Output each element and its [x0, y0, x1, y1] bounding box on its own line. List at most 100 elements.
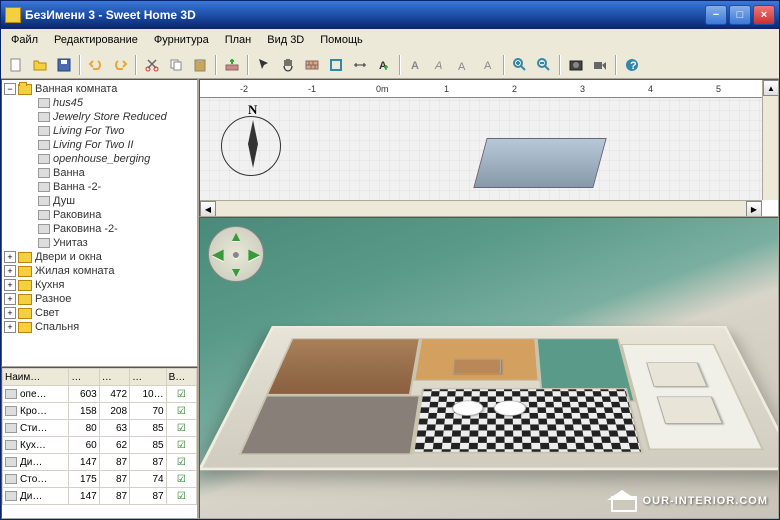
expand-icon[interactable]: + [4, 321, 16, 333]
tree-root[interactable]: − Ванная комната [4, 82, 195, 96]
expand-icon[interactable]: + [4, 251, 16, 263]
nav-left-button[interactable]: ◀ [213, 246, 224, 263]
tree-category[interactable]: +Спальня [4, 320, 195, 334]
furniture-counter[interactable] [453, 359, 501, 374]
tree-item[interactable]: Living For Two [4, 124, 195, 138]
scroll-right-button[interactable]: ▶ [746, 201, 762, 217]
room-kitchen[interactable] [413, 338, 539, 381]
table-row[interactable]: Ди…1478787☑ [3, 454, 197, 471]
table-row[interactable]: Сто…1758774☑ [3, 471, 197, 488]
plan-scrollbar-h[interactable]: ◀ ▶ [200, 200, 762, 216]
expand-icon[interactable]: + [4, 293, 16, 305]
text-bold-button[interactable]: A [405, 54, 427, 76]
menu-file[interactable]: Файл [5, 32, 44, 48]
nav-3d[interactable]: ▲ ◀ ● ▶ ▼ [208, 226, 264, 282]
paste-button[interactable] [189, 54, 211, 76]
tree-category[interactable]: +Двери и окна [4, 250, 195, 264]
furniture-sink-2[interactable] [494, 401, 526, 416]
plan-model[interactable] [473, 138, 606, 188]
menu-edit[interactable]: Редактирование [48, 32, 144, 48]
collapse-icon[interactable]: − [4, 83, 16, 95]
cell-visible[interactable]: ☑ [166, 420, 196, 437]
table-header[interactable]: В… [166, 369, 196, 386]
compass[interactable]: N [216, 104, 286, 174]
floor-3d[interactable] [199, 326, 779, 470]
tree-item[interactable]: hus45 [4, 96, 195, 110]
expand-icon[interactable]: + [4, 307, 16, 319]
tree-item[interactable]: Living For Two II [4, 138, 195, 152]
plan-scrollbar-v[interactable]: ▲ [762, 80, 778, 200]
text-tool[interactable]: A [373, 54, 395, 76]
room-checker[interactable] [412, 388, 643, 453]
zoom-in-button[interactable] [509, 54, 531, 76]
view-3d[interactable]: ▲ ◀ ● ▶ ▼ OUR-INTERIOR.COM [199, 217, 779, 519]
maximize-button[interactable]: □ [729, 5, 751, 25]
tree-category[interactable]: +Кухня [4, 278, 195, 292]
open-button[interactable] [29, 54, 51, 76]
table-row[interactable]: Кух…606285☑ [3, 437, 197, 454]
menu-view3d[interactable]: Вид 3D [261, 32, 310, 48]
table-row[interactable]: Сти…806385☑ [3, 420, 197, 437]
cell-visible[interactable]: ☑ [166, 386, 196, 403]
room-hall[interactable] [238, 395, 421, 455]
cell-visible[interactable]: ☑ [166, 471, 196, 488]
text-italic-button[interactable]: A [429, 54, 451, 76]
select-tool[interactable] [253, 54, 275, 76]
cell-visible[interactable]: ☑ [166, 488, 196, 505]
tree-item[interactable]: Ванна [4, 166, 195, 180]
tree-item[interactable]: Раковина -2- [4, 222, 195, 236]
plan-view[interactable]: -2-10m12345 N ▲ ◀ ▶ [199, 79, 779, 217]
cell-visible[interactable]: ☑ [166, 454, 196, 471]
menu-plan[interactable]: План [219, 32, 258, 48]
scroll-up-button[interactable]: ▲ [763, 80, 779, 96]
photo-button[interactable] [565, 54, 587, 76]
tree-item[interactable]: Душ [4, 194, 195, 208]
furniture-sofa-1[interactable] [646, 363, 707, 387]
tree-item[interactable]: Унитаз [4, 236, 195, 250]
menu-furniture[interactable]: Фурнитура [148, 32, 215, 48]
table-header[interactable]: Наим… [3, 369, 69, 386]
nav-down-button[interactable]: ▼ [229, 264, 243, 280]
minimize-button[interactable]: − [705, 5, 727, 25]
copy-button[interactable] [165, 54, 187, 76]
close-button[interactable]: × [753, 5, 775, 25]
tree-item[interactable]: Jewelry Store Reduced [4, 110, 195, 124]
catalog-tree[interactable]: − Ванная комната hus45Jewelry Store Redu… [1, 79, 198, 367]
expand-icon[interactable]: + [4, 279, 16, 291]
zoom-out-button[interactable] [533, 54, 555, 76]
wall-tool[interactable] [301, 54, 323, 76]
titlebar[interactable]: БезИмени 3 - Sweet Home 3D − □ × [1, 1, 779, 29]
room-bedroom[interactable] [265, 338, 420, 395]
furniture-sink-1[interactable] [452, 401, 484, 416]
tree-category[interactable]: +Свет [4, 306, 195, 320]
menu-help[interactable]: Помощь [314, 32, 369, 48]
tree-item[interactable]: Ванна -2- [4, 180, 195, 194]
new-button[interactable] [5, 54, 27, 76]
table-header[interactable]: … [99, 369, 129, 386]
tree-category[interactable]: +Разное [4, 292, 195, 306]
table-row[interactable]: Ди…1478787☑ [3, 488, 197, 505]
cell-visible[interactable]: ☑ [166, 437, 196, 454]
room-tool[interactable] [325, 54, 347, 76]
furniture-table[interactable]: Наим…………В… опе…60347210…☑Кро…15820870☑Ст… [1, 367, 198, 519]
save-button[interactable] [53, 54, 75, 76]
cell-visible[interactable]: ☑ [166, 403, 196, 420]
table-header[interactable]: … [69, 369, 99, 386]
help-button[interactable]: ? [621, 54, 643, 76]
table-row[interactable]: Кро…15820870☑ [3, 403, 197, 420]
undo-button[interactable] [85, 54, 107, 76]
cut-button[interactable] [141, 54, 163, 76]
pan-tool[interactable] [277, 54, 299, 76]
text-inc-button[interactable]: A [453, 54, 475, 76]
table-row[interactable]: опе…60347210…☑ [3, 386, 197, 403]
redo-button[interactable] [109, 54, 131, 76]
tree-item[interactable]: Раковина [4, 208, 195, 222]
tree-category[interactable]: +Жилая комната [4, 264, 195, 278]
scroll-left-button[interactable]: ◀ [200, 201, 216, 217]
table-header[interactable]: … [130, 369, 167, 386]
add-furniture-button[interactable] [221, 54, 243, 76]
text-dec-button[interactable]: A [477, 54, 499, 76]
nav-right-button[interactable]: ▶ [249, 246, 260, 263]
tree-item[interactable]: openhouse_berging [4, 152, 195, 166]
video-button[interactable] [589, 54, 611, 76]
